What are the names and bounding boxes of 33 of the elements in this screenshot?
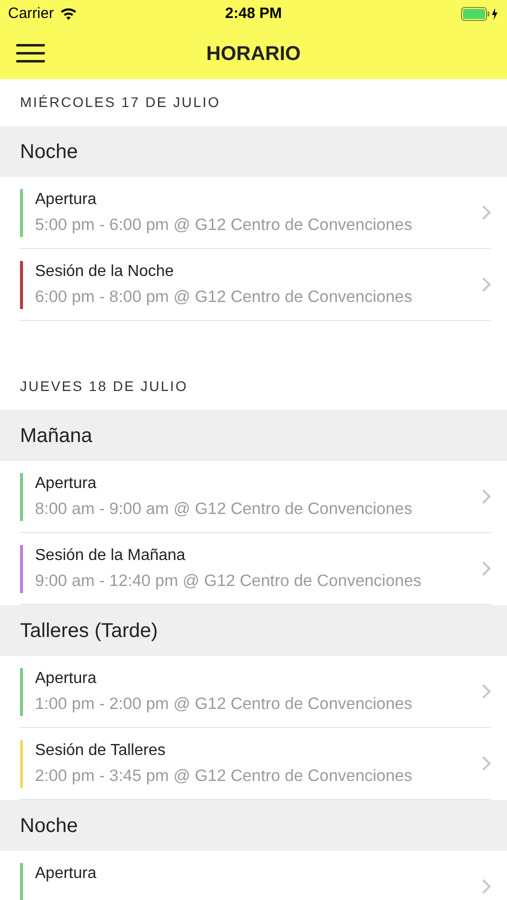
chevron-icon — [482, 277, 491, 292]
carrier-label: Carrier — [8, 4, 54, 24]
chevron-icon — [482, 684, 491, 699]
menu-icon — [16, 44, 45, 63]
event-details: 2:00 pm - 3:45 pm @ G12 Centro de Convenciones — [35, 766, 414, 786]
section-header: Mañana — [0, 410, 507, 461]
event-details: 9:00 am - 12:40 pm @ G12 Centro de Convenciones — [35, 570, 422, 592]
event-title: Sesión de Talleres — [35, 740, 166, 760]
section-header: Noche — [0, 126, 507, 177]
event-details: 6:00 pm - 8:00 pm @ G12 Centro de Convenciones — [35, 286, 414, 308]
event-details: 1:00 pm - 2:00 pm @ G12 Centro de Convenciones — [35, 694, 414, 714]
event-details: 5:00 pm - 6:00 pm @ G12 Centro de Convenciones — [35, 214, 414, 236]
chevron-icon — [482, 879, 491, 894]
menu-button[interactable] — [16, 44, 45, 63]
event-title: Sesión de la Noche — [35, 262, 175, 282]
wifi-icon — [60, 8, 77, 20]
chevron-icon — [482, 205, 491, 220]
clock-time: 2:48 PM — [225, 4, 282, 24]
event-title: Apertura — [35, 190, 98, 210]
date-header: JUEVES 18 DE JULIO — [20, 377, 188, 396]
nav-title: HORARIO — [206, 42, 301, 66]
event-title: Apertura — [35, 474, 98, 494]
event-title: Apertura — [35, 864, 98, 884]
event-details: 8:00 am - 9:00 am @ G12 Centro de Convenciones — [35, 498, 414, 520]
section-header: Noche — [0, 800, 507, 851]
event-title: Apertura — [35, 668, 98, 688]
chevron-icon — [482, 561, 491, 576]
battery-icon — [461, 7, 499, 21]
chevron-icon — [482, 489, 491, 504]
date-header: MIÉRCOLES 17 DE JULIO — [20, 93, 220, 112]
chevron-icon — [482, 756, 491, 771]
section-header: Talleres (Tarde) — [0, 605, 507, 656]
event-title: Sesión de la Mañana — [35, 546, 186, 566]
